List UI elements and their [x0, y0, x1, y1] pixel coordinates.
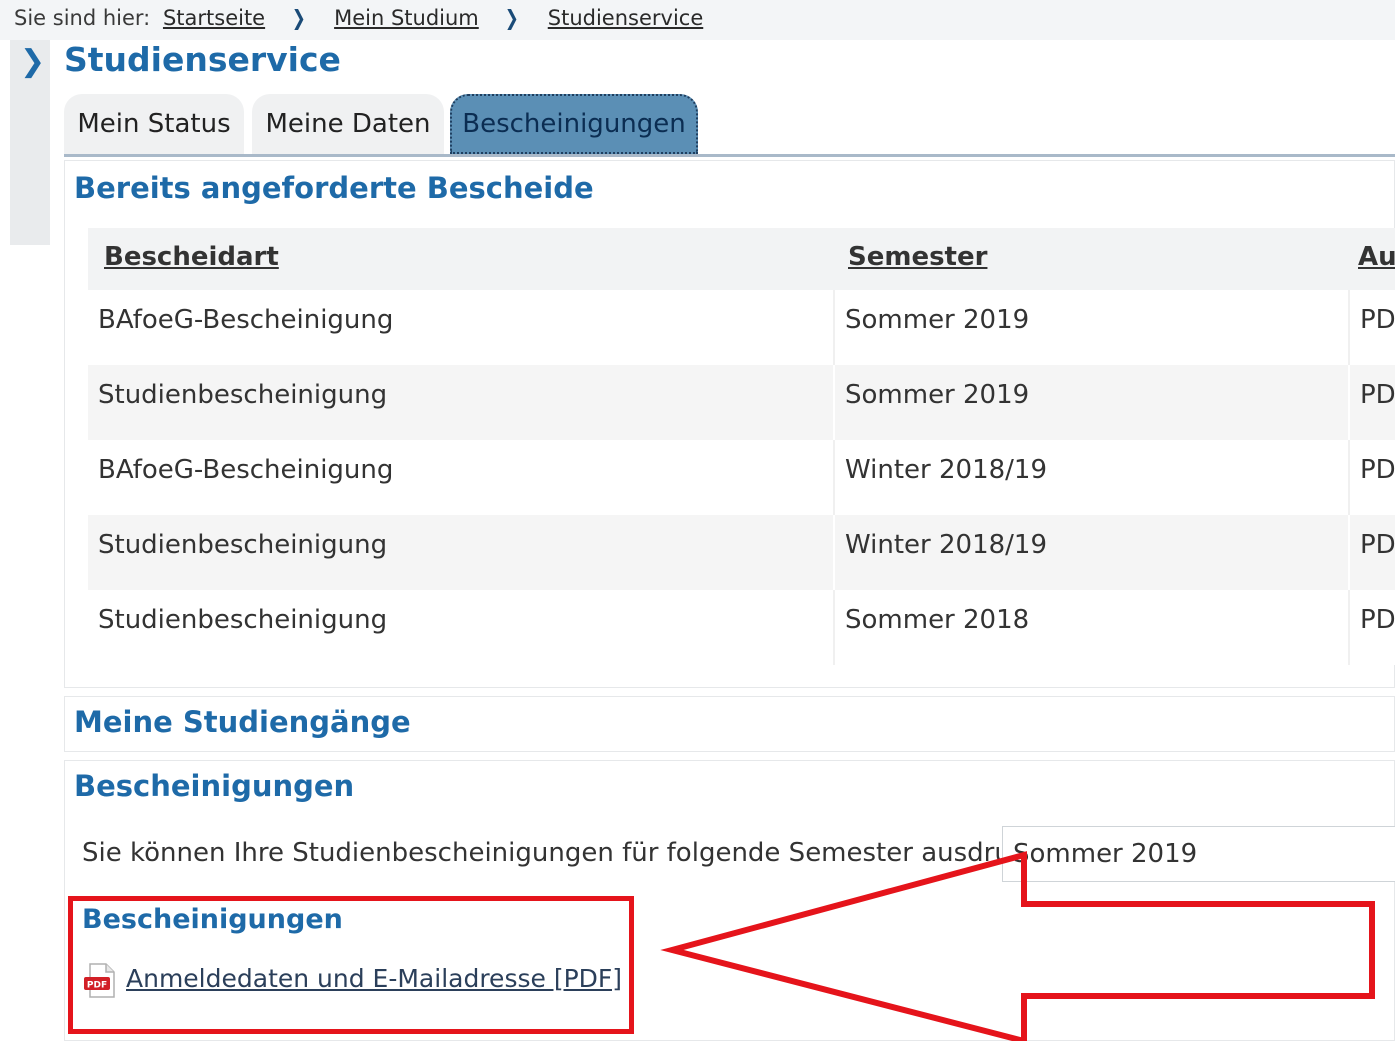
annotation-arrow-icon	[660, 851, 1375, 1041]
